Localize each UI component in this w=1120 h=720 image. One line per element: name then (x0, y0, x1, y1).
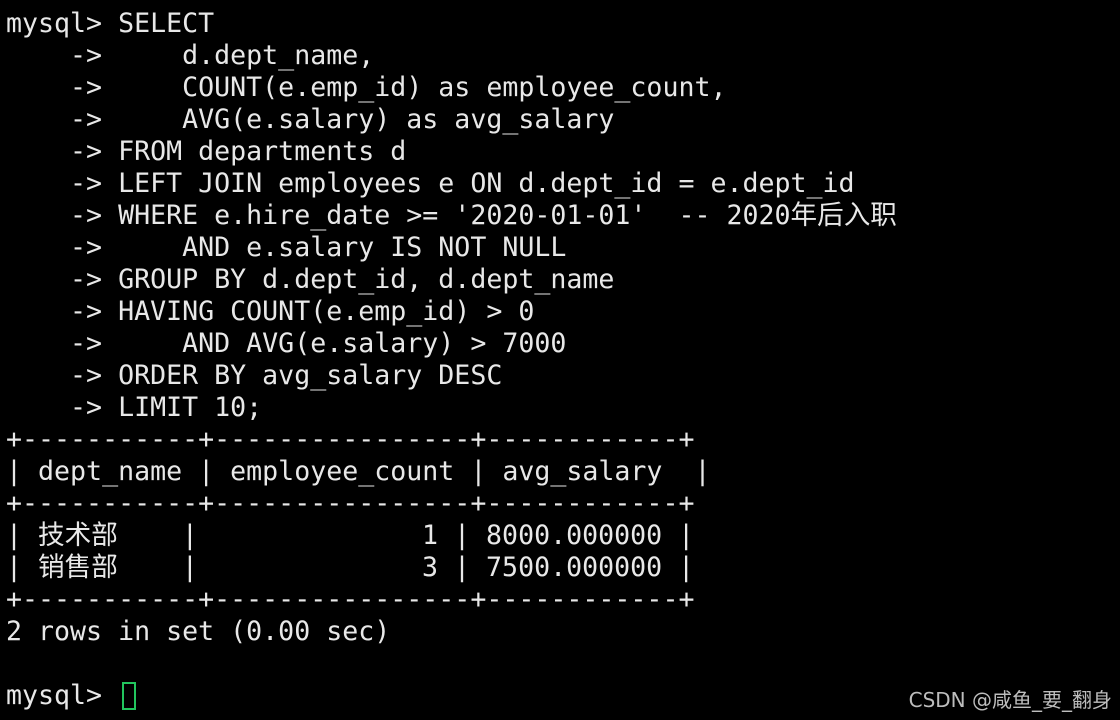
query-line: -> FROM departments d (6, 136, 407, 167)
query-line: -> d.dept_name, (6, 40, 375, 71)
terminal-window[interactable]: mysql> SELECT -> d.dept_name, -> COUNT(e… (0, 0, 1120, 720)
table-border: +-----------+----------------+----------… (6, 488, 695, 519)
table-row: | 销售部 | 3 | 7500.000000 | (6, 552, 695, 583)
table-border: +-----------+----------------+----------… (6, 424, 695, 455)
query-line: -> AND e.salary IS NOT NULL (6, 232, 567, 263)
query-line: -> ORDER BY avg_salary DESC (6, 360, 503, 391)
query-line: -> HAVING COUNT(e.emp_id) > 0 (6, 296, 535, 327)
table-header: | dept_name | employee_count | avg_salar… (6, 456, 711, 487)
watermark: CSDN @咸鱼_要_翻身 (908, 688, 1112, 712)
query-line: mysql> SELECT (6, 8, 215, 39)
query-line: -> AVG(e.salary) as avg_salary (6, 104, 615, 135)
prompt: mysql> (6, 680, 119, 711)
table-row: | 技术部 | 1 | 8000.000000 | (6, 520, 695, 551)
query-line: -> GROUP BY d.dept_id, d.dept_name (6, 264, 615, 295)
query-line: -> WHERE e.hire_date >= '2020-01-01' -- … (6, 200, 897, 231)
query-line: -> LEFT JOIN employees e ON d.dept_id = … (6, 168, 855, 199)
text-cursor[interactable] (122, 682, 137, 710)
query-line: -> COUNT(e.emp_id) as employee_count, (6, 72, 727, 103)
query-line: -> LIMIT 10; (6, 392, 263, 423)
query-line: -> AND AVG(e.salary) > 7000 (6, 328, 567, 359)
result-summary: 2 rows in set (0.00 sec) (6, 616, 391, 647)
table-border: +-----------+----------------+----------… (6, 584, 695, 615)
